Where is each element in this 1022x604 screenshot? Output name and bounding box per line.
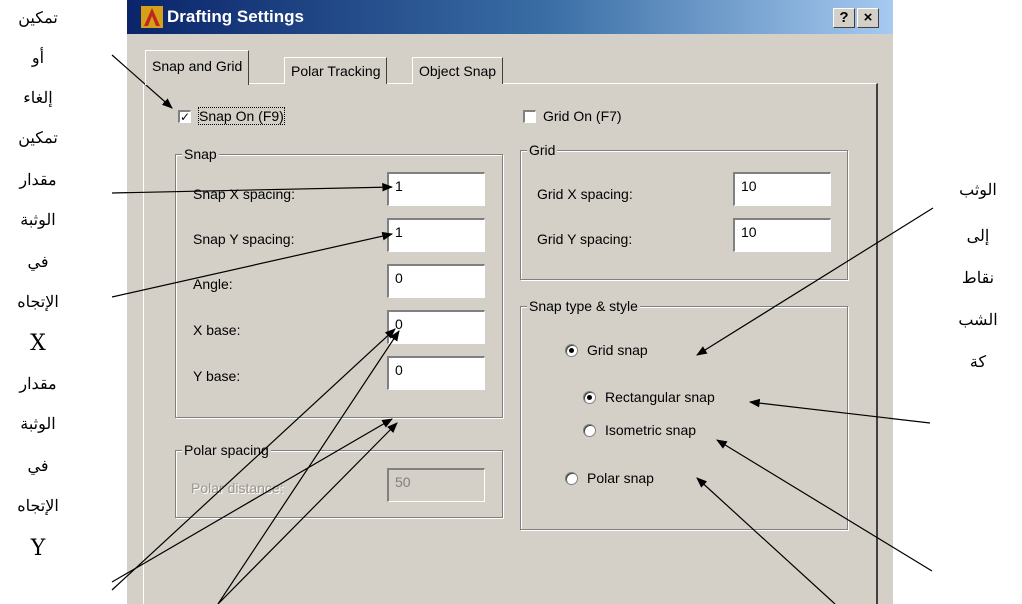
arrow-y-base-1: [111, 418, 393, 583]
arrow-isometric-snap: [716, 439, 933, 572]
arrow-y-base-2: [217, 422, 398, 604]
arrow-grid-snap: [696, 207, 934, 356]
arrow-snap-x-spacing: [111, 182, 394, 194]
annotation-arrows: [111, 54, 934, 604]
tab-snap-and-grid[interactable]: Snap and Grid: [145, 50, 250, 85]
arrow-snap-y-spacing: [111, 231, 394, 298]
arrow-rectangular-snap: [748, 398, 931, 424]
arrow-polar-snap: [696, 477, 836, 604]
